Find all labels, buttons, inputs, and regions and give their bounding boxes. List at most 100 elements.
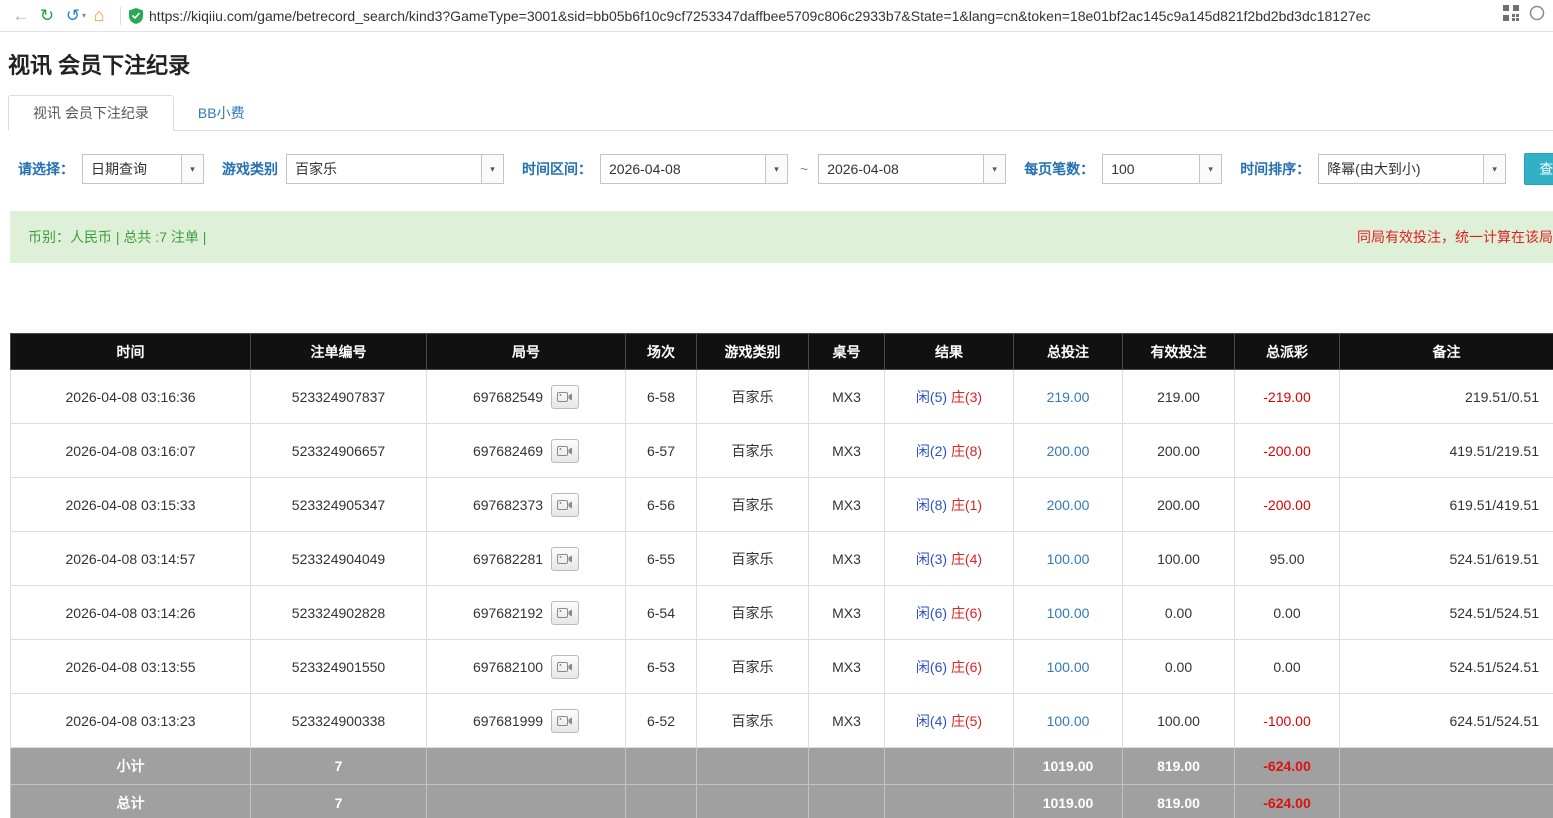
cell-bet-id: 523324900338 — [251, 694, 427, 748]
search-button[interactable]: 查询 — [1524, 153, 1553, 185]
cell-bet-id: 523324901550 — [251, 640, 427, 694]
tab-bb-tip[interactable]: BB小费 — [174, 96, 269, 130]
result-text: 闲(6) 庄(6) — [916, 605, 982, 621]
cell-note: 524.51/524.51 — [1340, 586, 1553, 640]
column-header: 注单编号 — [251, 334, 427, 370]
game-type-label: 游戏类别 — [222, 159, 278, 179]
cell-result: 闲(4) 庄(5) — [885, 694, 1014, 748]
cell-valid-bet: 200.00 — [1123, 424, 1235, 478]
bet-record-table: 时间注单编号局号场次游戏类别桌号结果总投注有效投注总派彩备注 2026-04-0… — [10, 333, 1553, 818]
result-player: 闲(5) — [916, 389, 947, 405]
cell-time: 2026-04-08 03:14:57 — [11, 532, 251, 586]
cell-result: 闲(6) 庄(6) — [885, 586, 1014, 640]
cell-session: 6-55 — [626, 532, 697, 586]
page-size-select[interactable]: 100 ▾ — [1102, 154, 1222, 184]
table-row: 2026-04-08 03:16:36523324907837697682549… — [11, 370, 1553, 424]
replay-video-button[interactable] — [551, 547, 579, 571]
cell-bet-id: 523324907837 — [251, 370, 427, 424]
cell-note: 524.51/619.51 — [1340, 532, 1553, 586]
total-row: 总计71019.00819.00-624.00 — [11, 785, 1553, 818]
cell-table-no: MX3 — [809, 586, 885, 640]
cell-empty — [1340, 785, 1553, 818]
tab-bar: 视讯 会员下注纪录 BB小费 — [8, 94, 1553, 131]
home-icon[interactable]: ⌂ — [86, 5, 112, 26]
result-banker: 庄(6) — [951, 605, 982, 621]
url-bar[interactable]: https://kiqiiu.com/game/betrecord_search… — [149, 8, 1495, 24]
chevron-down-icon[interactable]: ▾ — [1483, 155, 1505, 183]
cell-valid-bet: 100.00 — [1123, 694, 1235, 748]
cell-total-bet: 219.00 — [1014, 370, 1123, 424]
cell-time: 2026-04-08 03:15:33 — [11, 478, 251, 532]
date-from-input[interactable]: 2026-04-08 ▾ — [600, 154, 788, 184]
table-header-row: 时间注单编号局号场次游戏类别桌号结果总投注有效投注总派彩备注 — [11, 334, 1553, 370]
chevron-down-icon[interactable]: ▾ — [181, 155, 203, 183]
tab-betrecord[interactable]: 视讯 会员下注纪录 — [8, 95, 174, 131]
date-range-tilde: ~ — [800, 161, 808, 177]
cell-result: 闲(2) 庄(8) — [885, 424, 1014, 478]
cell-payout: 0.00 — [1235, 640, 1340, 694]
cell-payout: -200.00 — [1235, 424, 1340, 478]
replay-video-button[interactable] — [551, 655, 579, 679]
result-text: 闲(4) 庄(5) — [916, 713, 982, 729]
table-row: 2026-04-08 03:16:07523324906657697682469… — [11, 424, 1553, 478]
cell-result: 闲(6) 庄(6) — [885, 640, 1014, 694]
cell-empty — [809, 785, 885, 818]
qr-code-icon[interactable] — [1503, 5, 1519, 26]
replay-video-button[interactable] — [551, 439, 579, 463]
security-shield-icon[interactable] — [129, 8, 143, 24]
cell-count: 7 — [251, 748, 427, 785]
cell-valid-bet: 0.00 — [1123, 586, 1235, 640]
result-player: 闲(6) — [916, 605, 947, 621]
column-header: 局号 — [427, 334, 626, 370]
game-type-select[interactable]: 百家乐 ▾ — [286, 154, 504, 184]
round-number: 697682192 — [473, 605, 543, 621]
cell-game-type: 百家乐 — [697, 370, 809, 424]
replay-video-button[interactable] — [551, 709, 579, 733]
result-text: 闲(3) 庄(4) — [916, 551, 982, 567]
column-header: 有效投注 — [1123, 334, 1235, 370]
cell-table-no: MX3 — [809, 424, 885, 478]
result-player: 闲(6) — [916, 659, 947, 675]
cell-total-bet: 200.00 — [1014, 478, 1123, 532]
cell-session: 6-54 — [626, 586, 697, 640]
extension-icon[interactable] — [1529, 5, 1545, 26]
cell-payout: 0.00 — [1235, 586, 1340, 640]
column-header: 总派彩 — [1235, 334, 1340, 370]
cell-game-type: 百家乐 — [697, 424, 809, 478]
result-banker: 庄(5) — [951, 713, 982, 729]
cell-game-type: 百家乐 — [697, 532, 809, 586]
replay-video-button[interactable] — [551, 385, 579, 409]
cell-total-bet: 1019.00 — [1014, 785, 1123, 818]
cell-payout: -200.00 — [1235, 478, 1340, 532]
sort-order-select[interactable]: 降幂(由大到小) ▾ — [1318, 154, 1506, 184]
cell-table-no: MX3 — [809, 640, 885, 694]
cell-empty — [885, 748, 1014, 785]
cell-total-bet: 1019.00 — [1014, 748, 1123, 785]
replay-video-button[interactable] — [551, 493, 579, 517]
back-icon[interactable]: ← — [8, 6, 34, 26]
chevron-down-icon[interactable]: ▾ — [765, 155, 787, 183]
column-header: 结果 — [885, 334, 1014, 370]
cell-empty — [697, 748, 809, 785]
result-text: 闲(2) 庄(8) — [916, 443, 982, 459]
query-type-select[interactable]: 日期查询 ▾ — [82, 154, 204, 184]
cell-empty — [626, 748, 697, 785]
subtotal-row-label: 小计 — [11, 748, 251, 785]
cell-session: 6-52 — [626, 694, 697, 748]
cell-result: 闲(3) 庄(4) — [885, 532, 1014, 586]
toolbar-divider — [120, 7, 121, 25]
chevron-down-icon[interactable]: ▾ — [983, 155, 1005, 183]
table-row: 2026-04-08 03:13:55523324901550697682100… — [11, 640, 1553, 694]
table-row: 2026-04-08 03:14:57523324904049697682281… — [11, 532, 1553, 586]
date-to-input[interactable]: 2026-04-08 ▾ — [818, 154, 1006, 184]
cell-bet-id: 523324905347 — [251, 478, 427, 532]
table-row: 2026-04-08 03:14:26523324902828697682192… — [11, 586, 1553, 640]
refresh-icon[interactable]: ↻ — [34, 6, 60, 26]
total-row-label: 总计 — [11, 785, 251, 818]
cell-result: 闲(8) 庄(1) — [885, 478, 1014, 532]
cell-session: 6-56 — [626, 478, 697, 532]
chevron-down-icon[interactable]: ▾ — [1199, 155, 1221, 183]
replay-video-button[interactable] — [551, 601, 579, 625]
cell-table-no: MX3 — [809, 370, 885, 424]
chevron-down-icon[interactable]: ▾ — [481, 155, 503, 183]
